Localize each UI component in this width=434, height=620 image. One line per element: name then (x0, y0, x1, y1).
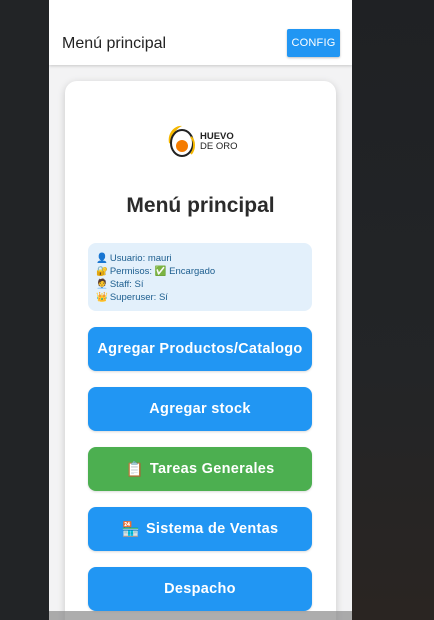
logo-line-2: DE ORO (200, 141, 238, 152)
user-info-staff: 🧑‍💼 Staff: Sí (96, 279, 144, 290)
dispatch-button[interactable]: Despacho (88, 567, 312, 611)
config-button[interactable]: CONFIG (287, 29, 340, 57)
add-products-catalog-button[interactable]: Agregar Productos/Catalogo (88, 327, 312, 371)
add-stock-button[interactable]: Agregar stock (88, 387, 312, 431)
store-icon: 🏪 (121, 521, 140, 538)
clipboard-icon: 📋 (125, 461, 144, 478)
general-tasks-button[interactable]: 📋 Tareas Generales (88, 447, 312, 491)
user-info-box: 👤 Usuario: mauri 🔐 Permisos: ✅ Encargado 🧑… (88, 243, 312, 311)
background-right (352, 0, 434, 620)
sales-system-button[interactable]: 🏪 Sistema de Ventas (88, 507, 312, 551)
app-screen: Menú principal CONFIG HUEVO DE ORO Menú … (49, 0, 352, 620)
crown-icon: 👑 (96, 292, 108, 303)
menu-title: Menú principal (126, 194, 275, 217)
bottom-navigation-bar (49, 611, 352, 620)
page-title: Menú principal (62, 35, 167, 52)
user-info-superuser: 👑 Superuser: Sí (96, 292, 168, 303)
egg-logo-icon (168, 125, 195, 157)
user-info-username: 👤 Usuario: mauri (96, 253, 172, 264)
staff-icon: 🧑‍💼 (96, 279, 108, 290)
user-info-permissions: 🔐 Permisos: ✅ Encargado (96, 266, 216, 277)
app-bar: Menú principal CONFIG (49, 0, 352, 65)
logo-text: HUEVO DE ORO (200, 132, 237, 152)
main-menu-card: HUEVO DE ORO Menú principal 👤 Usuario: ma… (65, 81, 336, 620)
user-icon: 👤 (96, 253, 108, 264)
lock-key-icon: 🔐 (96, 266, 108, 277)
logo: HUEVO DE ORO (165, 123, 245, 159)
